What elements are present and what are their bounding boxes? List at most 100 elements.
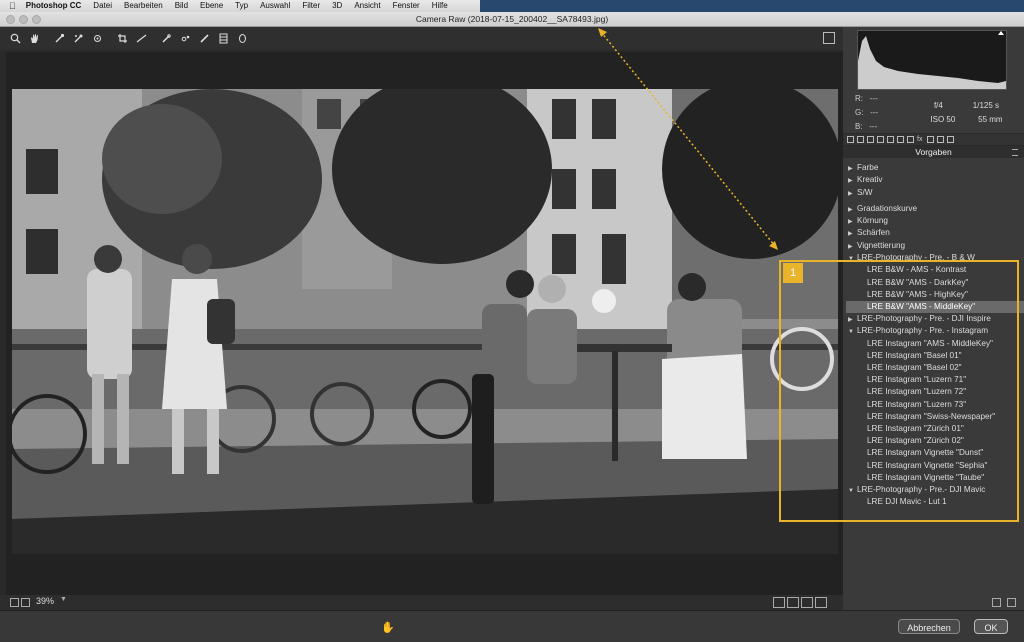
preset-group-gradationskurve[interactable]: ▶ Gradationskurve [843,203,1024,215]
menu-typ[interactable]: Typ [229,0,254,12]
panel-title-label: Vorgaben [915,147,952,157]
dialog-footer: ✋ Abbrechen OK [0,610,1024,642]
b-label: B: [855,122,863,131]
calibration-tab-icon[interactable] [927,136,934,143]
window-title: Camera Raw (2018-07-15_200402__SA78493.j… [415,14,609,24]
menu-ebene[interactable]: Ebene [194,0,229,12]
radial-filter-icon[interactable] [235,32,249,46]
focal-length: 55 mm [978,115,1003,124]
zoom-dropdown-icon[interactable]: ▼ [60,596,67,603]
preset-item[interactable]: LRE Instagram "Zürich 02" [843,435,1024,447]
zoom-out-button[interactable] [10,598,19,607]
preset-group-kreativ[interactable]: ▶ Kreativ [843,174,1024,186]
snapshots-tab-icon[interactable] [947,136,954,143]
hand-icon[interactable] [27,32,41,46]
preset-group-label: Gradationskurve [857,203,918,213]
hsl-tab-icon[interactable] [877,136,884,143]
preset-group-label: LRE-Photography - Pre. - Instagram [857,326,989,336]
preset-group-lre-bw[interactable]: ▼ LRE-Photography - Pre. - B & W [843,252,1024,264]
preset-item[interactable]: LRE Instagram "Basel 02" [843,362,1024,374]
preset-group-koernung[interactable]: ▶ Körnung [843,215,1024,227]
preset-group-schaerfen[interactable]: ▶ Schärfen [843,227,1024,239]
menu-hilfe[interactable]: Hilfe [426,0,454,12]
menu-datei[interactable]: Datei [87,0,118,12]
copy-settings-icon[interactable] [801,597,813,608]
preset-item[interactable]: LRE B&W "AMS - DarkKey" [843,277,1024,289]
transform-tab-icon[interactable] [907,136,914,143]
preset-item[interactable]: LRE Instagram "Luzern 71" [843,374,1024,386]
effects-tab-icon[interactable]: fx [917,136,924,143]
before-after-toggle-icon[interactable] [773,597,785,608]
preset-group-lre-dji-inspire[interactable]: ▶ LRE-Photography - Pre. - DJI Inspire [843,313,1024,325]
menu-photoshop[interactable]: Photoshop CC [20,0,88,12]
menu-fenster[interactable]: Fenster [387,0,426,12]
preset-group-lre-instagram[interactable]: ▼ LRE-Photography - Pre. - Instagram [843,325,1024,337]
delete-preset-icon[interactable] [1007,598,1016,607]
preset-item[interactable]: LRE Instagram Vignette "Sephia" [843,460,1024,472]
preset-item[interactable]: LRE Instagram "Zürich 01" [843,423,1024,435]
straighten-icon[interactable] [134,32,148,46]
tone-curve-tab-icon[interactable] [857,136,864,143]
panel-bottom-icons [992,598,1016,607]
new-preset-icon[interactable] [992,598,1001,607]
white-balance-icon[interactable] [52,32,66,46]
g-label: G: [855,108,864,117]
close-window-button[interactable] [6,15,15,24]
red-eye-icon[interactable] [178,32,192,46]
detail-tab-icon[interactable] [867,136,874,143]
target-adjust-icon[interactable] [90,32,104,46]
preset-group-label: LRE-Photography - Pre.- DJI Mavic [857,484,986,494]
zoom-in-button[interactable] [21,598,30,607]
crop-icon[interactable] [115,32,129,46]
preset-group-sw[interactable]: ▶ S/W [843,187,1024,199]
preset-item[interactable]: LRE Instagram "AMS - MiddleKey" [843,338,1024,350]
toggle-defaults-icon[interactable] [815,597,827,608]
preset-item[interactable]: LRE B&W "AMS - HighKey" [843,289,1024,301]
menu-bild[interactable]: Bild [169,0,194,12]
ok-button[interactable]: OK [974,619,1008,634]
preset-item[interactable]: LRE Instagram Vignette "Taube" [843,472,1024,484]
spot-removal-icon[interactable] [159,32,173,46]
open-preferences-icon[interactable] [823,32,835,44]
preset-group-label: LRE-Photography - Pre. - B & W [857,253,975,263]
lens-tab-icon[interactable] [897,136,904,143]
zoom-icon[interactable] [8,32,22,46]
adjustment-brush-icon[interactable] [197,32,211,46]
swap-settings-icon[interactable] [787,597,799,608]
chevron-down-icon: ▼ [848,256,854,263]
menu-ansicht[interactable]: Ansicht [348,0,386,12]
preview-photo[interactable] [12,89,838,554]
panel-title: Vorgaben [843,146,1024,158]
canvas-status-bar: 39% ▼ [0,595,843,610]
panel-menu-icon[interactable] [1012,149,1018,156]
minimize-window-button[interactable] [19,15,28,24]
zoom-level[interactable]: 39% [36,596,54,606]
split-toning-tab-icon[interactable] [887,136,894,143]
preset-item[interactable]: LRE DJI Mavic - Lut 1 [843,496,1024,508]
preset-item[interactable]: LRE Instagram "Luzern 72" [843,386,1024,398]
preset-item[interactable]: LRE Instagram Vignette "Dunst" [843,447,1024,459]
basic-tab-icon[interactable] [847,136,854,143]
preset-item-selected[interactable]: LRE B&W "AMS - MiddleKey" [846,300,1024,314]
apple-menu-icon[interactable]:  [0,0,20,12]
preset-item[interactable]: LRE Instagram "Basel 01" [843,350,1024,362]
color-sampler-icon[interactable] [71,32,85,46]
preset-group-label: LRE-Photography - Pre. - DJI Inspire [857,314,991,324]
menu-bearbeiten[interactable]: Bearbeiten [118,0,169,12]
preset-item[interactable]: LRE B&W - AMS - Kontrast [843,264,1024,276]
menu-filter[interactable]: Filter [296,0,326,12]
menu-3d[interactable]: 3D [326,0,348,12]
cancel-button[interactable]: Abbrechen [898,619,960,634]
menu-auswahl[interactable]: Auswahl [254,0,296,12]
preset-item[interactable]: LRE Instagram "Swiss-Newspaper" [843,411,1024,423]
preset-group-vignettierung[interactable]: ▶ Vignettierung [843,240,1024,252]
preset-group-lre-dji-mavic[interactable]: ▼ LRE-Photography - Pre.- DJI Mavic [843,484,1024,496]
presets-tab-icon[interactable] [937,136,944,143]
preset-group-farbe[interactable]: ▶ Farbe [843,162,1024,174]
preset-item[interactable]: LRE Instagram "Luzern 73" [843,399,1024,411]
histogram [857,30,1007,90]
zoom-window-button[interactable] [32,15,41,24]
annotation-badge: 1 [783,263,803,283]
preset-group-label: Schärfen [857,228,890,238]
graduated-filter-icon[interactable] [216,32,230,46]
